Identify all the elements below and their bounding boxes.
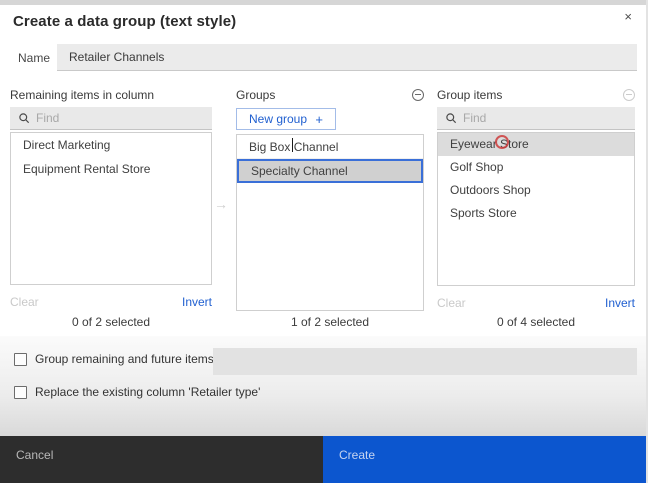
remaining-items-panel: Remaining items in column Direct Marketi… [10, 88, 212, 309]
remaining-search[interactable] [10, 107, 212, 130]
clear-link[interactable]: Clear [437, 296, 466, 310]
list-item[interactable]: Big Box Channel [237, 135, 423, 159]
group-items-header: Group items [437, 87, 503, 102]
dialog-title: Create a data group (text style) [13, 13, 237, 30]
list-item-highlighted[interactable]: Eyewear Store [438, 133, 634, 156]
group-items-list: Eyewear Store Golf Shop Outdoors Shop Sp… [437, 132, 635, 286]
create-data-group-dialog: Create a data group (text style) × Name … [0, 0, 648, 483]
groups-list: Big Box Channel Specialty Channel [236, 134, 424, 311]
move-right-arrow-icon[interactable]: → [214, 196, 228, 212]
text-caret [292, 138, 293, 152]
remaining-count: 0 of 2 selected [71, 315, 151, 329]
list-item-selected[interactable]: Specialty Channel [237, 159, 423, 183]
name-input[interactable] [57, 44, 637, 71]
replace-column-checkbox[interactable] [14, 385, 27, 399]
groups-count: 1 of 2 selected [290, 315, 370, 329]
groups-panel: Groups New group + Big Box Channel Speci… [236, 88, 424, 311]
groups-header: Groups [236, 87, 276, 102]
group-remaining-label: Group remaining and future items in [35, 352, 227, 366]
remaining-items-list: Direct Marketing Equipment Rental Store [10, 132, 212, 285]
list-item[interactable]: Direct Marketing [11, 133, 211, 157]
invert-link[interactable]: Invert [182, 295, 212, 309]
dialog-footer: Cancel Create [0, 436, 646, 483]
cancel-button[interactable]: Cancel [0, 436, 323, 483]
group-items-count: 0 of 4 selected [496, 315, 576, 329]
list-item[interactable]: Outdoors Shop [438, 179, 634, 202]
clear-link[interactable]: Clear [10, 295, 39, 309]
options-section: Group remaining and future items in Repl… [0, 336, 646, 436]
plus-icon: + [315, 111, 323, 127]
remove-group-icon[interactable] [412, 88, 424, 101]
window-top-strip [0, 0, 646, 5]
close-icon[interactable]: × [624, 9, 632, 25]
list-item[interactable]: Golf Shop [438, 156, 634, 179]
search-icon [446, 113, 457, 124]
replace-column-label: Replace the existing column 'Retailer ty… [35, 385, 261, 399]
new-group-button[interactable]: New group + [236, 108, 336, 130]
create-button[interactable]: Create [323, 436, 646, 483]
remaining-search-input[interactable] [36, 111, 204, 125]
group-remaining-checkbox[interactable] [14, 352, 27, 366]
list-item[interactable]: Sports Store [438, 202, 634, 225]
list-item[interactable]: Equipment Rental Store [11, 157, 211, 181]
group-items-panel: Group items Eyewear Store Golf Shop Outd… [437, 88, 635, 310]
search-icon [19, 113, 30, 124]
remove-item-icon[interactable] [623, 88, 635, 101]
group-remaining-name-field[interactable] [213, 348, 637, 375]
name-label: Name [18, 51, 51, 65]
invert-link[interactable]: Invert [605, 296, 635, 310]
new-group-label: New group [249, 112, 308, 126]
group-items-search[interactable] [437, 107, 635, 130]
group-items-search-input[interactable] [463, 111, 627, 125]
remaining-items-header: Remaining items in column [10, 87, 155, 102]
